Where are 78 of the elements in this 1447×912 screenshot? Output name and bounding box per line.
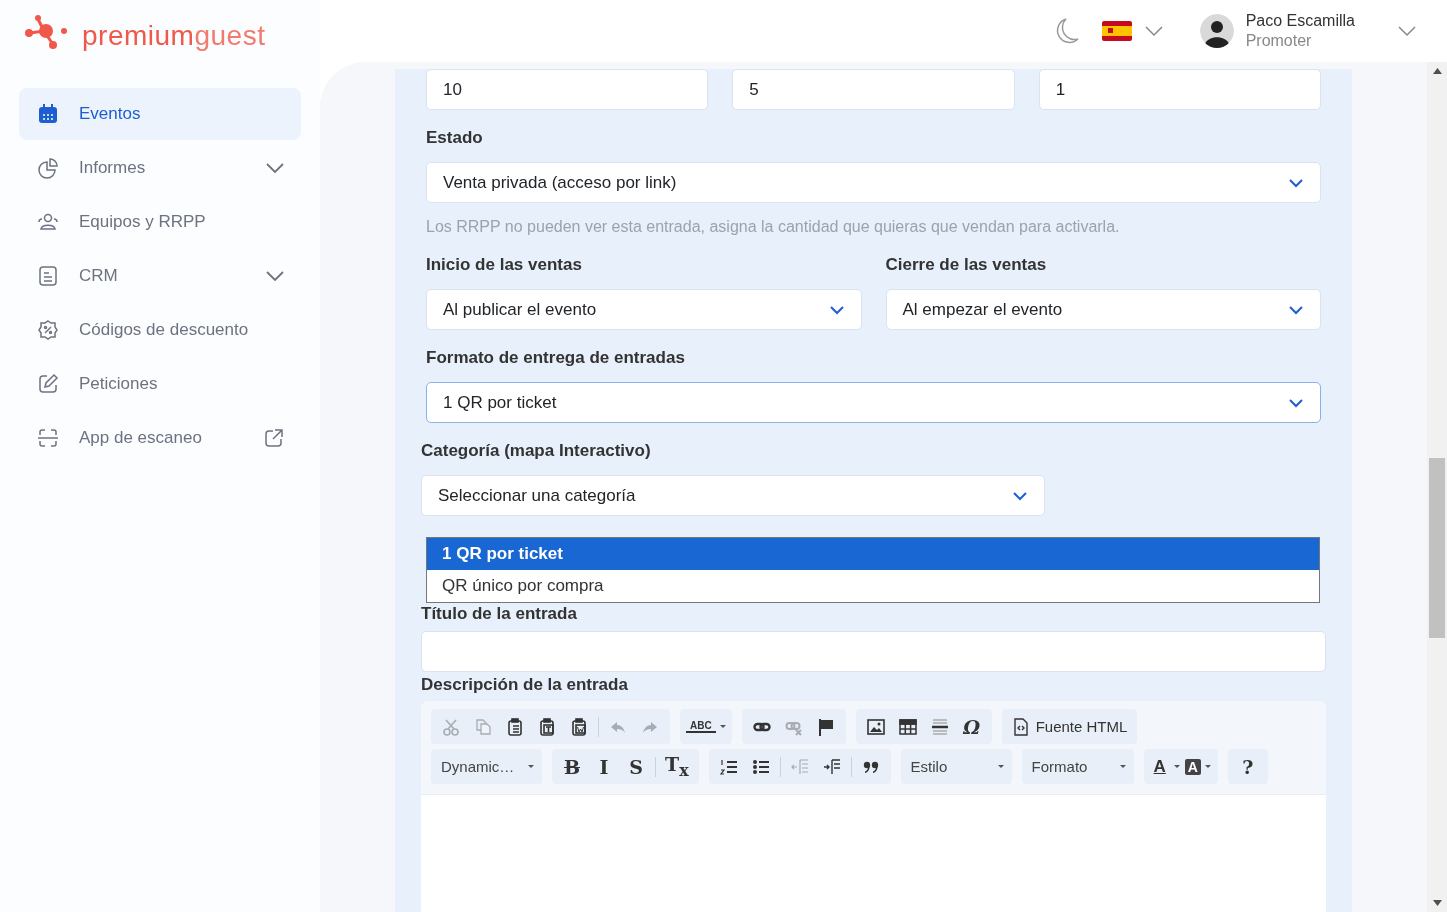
scroll-down-icon[interactable] [1432,900,1442,906]
toolbar-button[interactable]: A [1181,749,1214,784]
chevron-down-icon [1143,25,1164,37]
field-label: Categoría (mapa Interactivo) [421,441,652,461]
sidebar-item[interactable]: Códigos de descuento [19,304,301,356]
field-label: Estado [426,128,484,148]
sidebar-item[interactable]: Eventos [19,88,301,140]
outdent-icon [790,757,809,776]
logo-text: premiumguest [82,19,266,53]
toolbar-button[interactable]: S [620,749,652,784]
dropdown[interactable]: Formato [1021,749,1134,784]
select-field[interactable]: Seleccionar una categoría [421,475,1045,516]
dropdown-option[interactable]: 1 QR por ticket [427,538,1319,570]
source-button[interactable]: Fuente HTML [1005,709,1134,744]
calendar-icon [37,103,59,125]
dropdown[interactable]: Dynamic… [431,749,542,784]
scroll-thumb[interactable] [1429,458,1445,638]
field-label: Título de la entrada [421,604,578,624]
document-icon [1011,717,1030,736]
input-field[interactable] [421,631,1326,672]
table-icon [898,717,917,736]
user-role: Promoter [1245,31,1313,51]
caret-icon [1288,304,1304,315]
scan-icon [37,427,59,449]
dropdown[interactable]: Estilo [900,749,1012,784]
input-field[interactable]: 5 [732,69,1015,110]
clipboard-icon [570,717,588,736]
edit-icon [37,373,59,395]
caret-icon [828,304,845,315]
spain-flag-icon [1101,21,1132,41]
caret-icon [1288,397,1304,408]
toolbar-button[interactable]: Ω [955,709,988,744]
language-selector[interactable] [1101,21,1164,41]
field-label: Formato de entrega de entradas [426,348,686,368]
caret-icon [1012,490,1028,501]
input-field[interactable]: 1 [1038,69,1321,110]
select-field[interactable]: Venta privada (acceso por link) [426,162,1321,203]
input-field[interactable]: 10 [426,69,709,110]
toolbar-button[interactable]: ? [1231,749,1264,784]
dropdown-option[interactable]: QR único por compra [427,570,1319,602]
user-name: Paco Escamilla [1245,11,1355,31]
chevron-down-icon[interactable] [1397,25,1417,37]
people-icon [37,211,59,233]
discount-badge-icon [37,319,59,341]
horizontal-rule-icon [930,717,949,736]
logo-icon [24,14,70,50]
flag-icon [816,717,835,736]
image-icon [866,717,885,736]
bullet-list-icon [751,757,770,776]
field-label: Cierre de las ventas [885,255,1048,275]
clipboard-icon [506,717,524,736]
document-icon [37,265,59,287]
pie-chart-icon [37,157,59,179]
toolbar-button[interactable]: I [588,749,620,784]
clipboard-icon [538,717,556,736]
sidebar-item[interactable]: Peticiones [19,358,301,410]
numbered-list-icon [719,757,738,776]
caret-icon [1288,177,1304,188]
select-field[interactable]: Al empezar el evento [885,289,1321,330]
avatar [1199,14,1234,48]
scissors-icon [442,717,460,736]
sidebar-item[interactable]: CRM [19,250,301,302]
copy-icon [474,717,492,736]
scrollbar[interactable] [1427,62,1447,912]
toolbar-button[interactable]: A [1147,749,1182,784]
toolbar-button[interactable]: B [556,749,588,784]
select-field[interactable]: Al publicar el evento [426,289,862,330]
field-label: Descripción de la entrada [421,675,629,695]
sidebar-item[interactable]: Equipos y RRPP [19,196,301,248]
field-label: Inicio de las ventas [426,255,583,275]
sidebar-item[interactable]: App de escaneo [19,412,301,464]
scroll-up-icon[interactable] [1432,68,1442,74]
toolbar-button[interactable]: T$_{x}$ [659,749,695,784]
sidebar-item[interactable]: Informes [19,142,301,194]
toolbar-button[interactable]: ABC [684,709,728,744]
hint-text: Los RRPP no pueden ver esta entrada, asigna la cantidad que quieras que vendan para activarla. [426,217,1121,237]
indent-icon [822,757,841,776]
select-field[interactable]: 1 QR por ticket [426,382,1321,423]
